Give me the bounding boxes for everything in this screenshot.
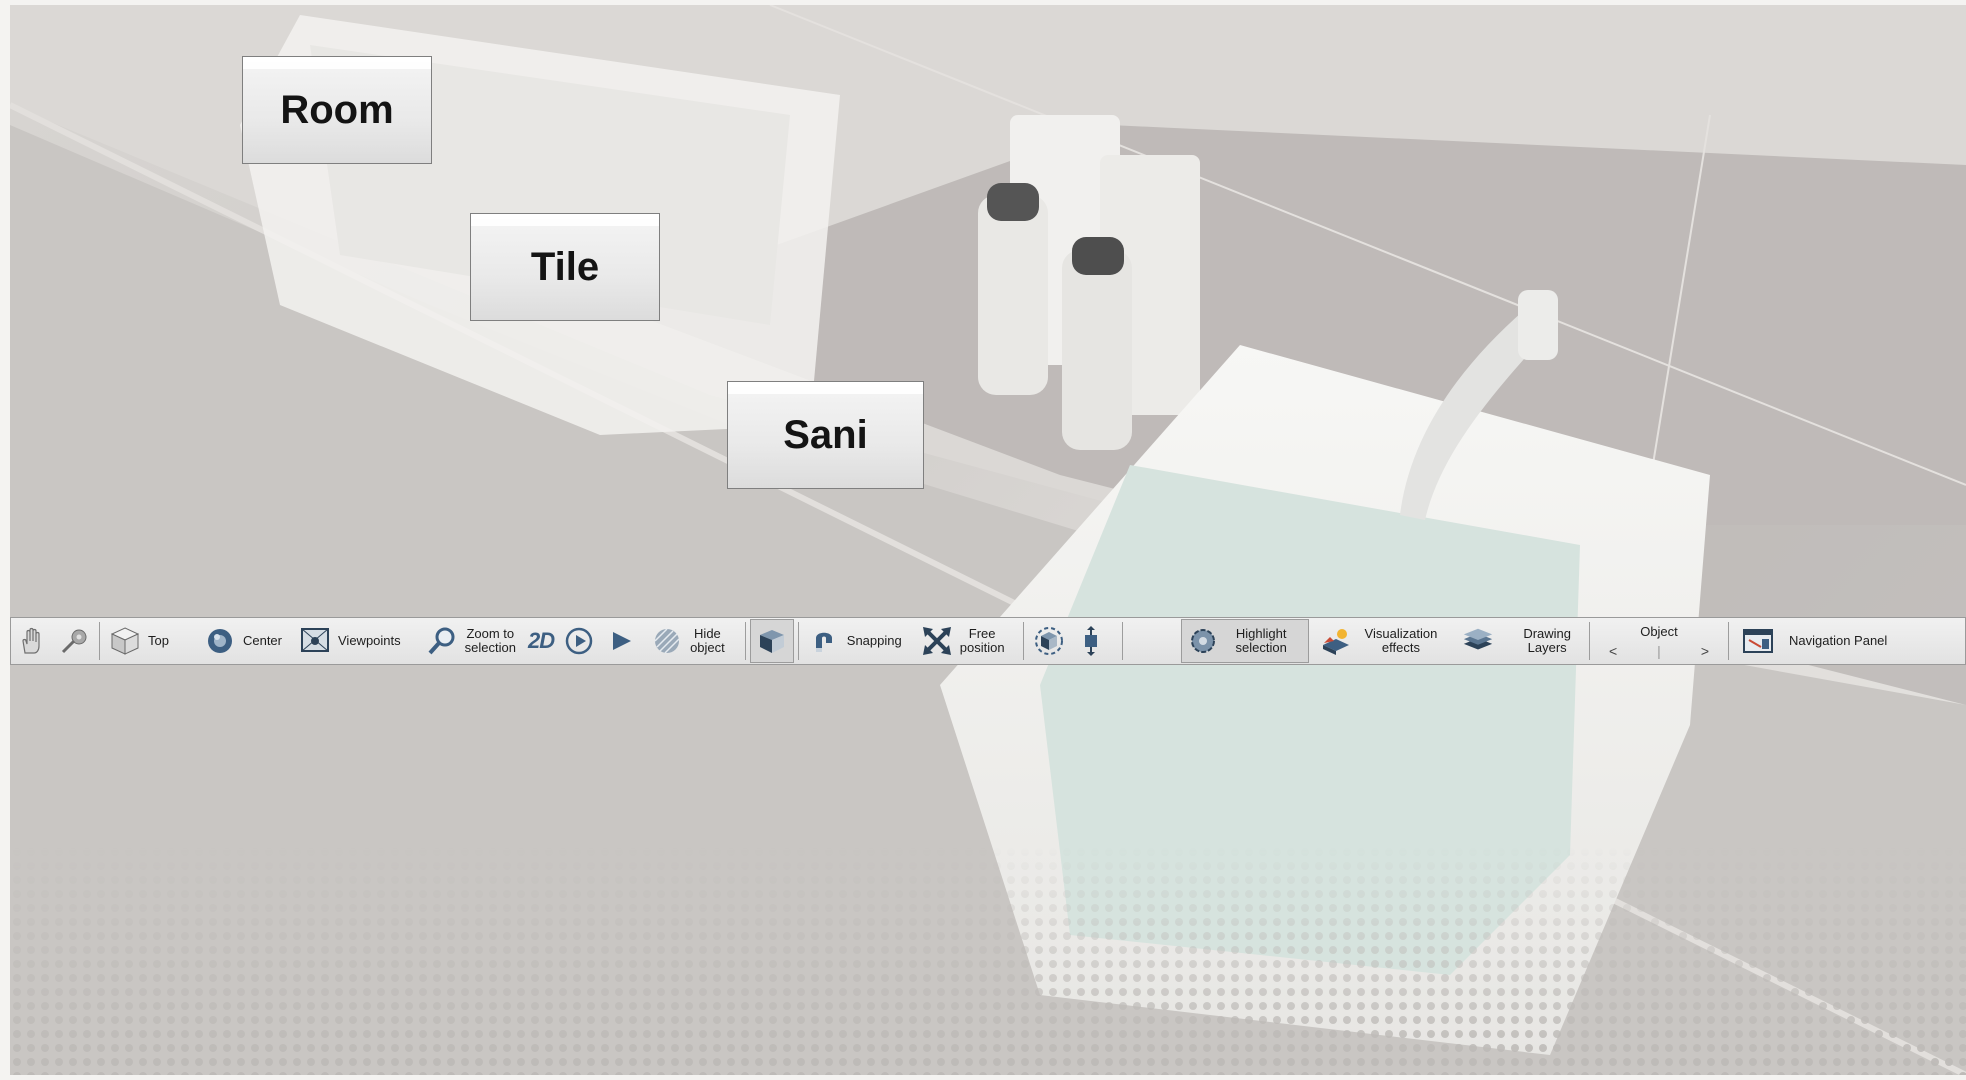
toolbar-separator	[1589, 622, 1590, 660]
bathroom-background-image	[10, 5, 1966, 1075]
free-position-button[interactable]: Free position	[916, 619, 1009, 663]
room-3d-icon	[755, 624, 789, 658]
view-3d-button[interactable]	[749, 619, 794, 663]
elevation-icon	[1074, 624, 1108, 658]
free-position-label: Free position	[960, 627, 1005, 655]
hide-object-button[interactable]: Hide object	[646, 619, 729, 663]
top-view-label: Top	[148, 633, 169, 648]
pan-tool[interactable]	[11, 619, 53, 663]
highlight-gear-icon	[1186, 624, 1220, 658]
layers-icon	[1461, 624, 1495, 658]
highlight-selection-button[interactable]: Highlight selection	[1180, 619, 1309, 663]
visualization-effects-button[interactable]: Visualization effects	[1315, 619, 1442, 663]
free-label-line1: Free	[968, 626, 996, 641]
top-view-button[interactable]: Top	[104, 619, 173, 663]
play-button[interactable]	[600, 619, 642, 663]
highlight-label-line2: selection	[1235, 640, 1287, 655]
free-label-line2: position	[959, 640, 1005, 655]
drawing-layers-button[interactable]: Drawing Layers	[1457, 619, 1575, 663]
room-button[interactable]: Room	[242, 56, 432, 164]
zoom-to-selection-button[interactable]: Zoom to selection	[421, 619, 520, 663]
object-label: Object	[1640, 623, 1678, 639]
measure-tool[interactable]	[53, 619, 95, 663]
tile-button[interactable]: Tile	[470, 213, 660, 321]
zoom-label-line1: Zoom to	[466, 626, 515, 641]
zoom-label-line2: selection	[464, 640, 516, 655]
tape-measure-icon	[57, 624, 91, 658]
toolbar-separator	[1121, 622, 1123, 660]
effects-icon	[1319, 624, 1353, 658]
viewpoints-label: Viewpoints	[338, 633, 401, 648]
center-label: Center	[242, 633, 282, 648]
snapping-label: Snapping	[846, 633, 902, 648]
elevation-button[interactable]	[1070, 619, 1112, 663]
hide-label-line2: object	[690, 640, 725, 655]
viewpoints-button[interactable]: Viewpoints	[294, 619, 405, 663]
hide-label-line1: Hide	[694, 626, 721, 641]
toolbar-separator	[1728, 622, 1729, 660]
play-circle-icon	[562, 624, 596, 658]
toolbar-separator	[797, 622, 799, 660]
rotate-cube-icon	[1032, 624, 1066, 658]
magnifier-icon	[425, 624, 459, 658]
arrows-cross-icon	[920, 624, 954, 658]
visualization-label-line2: effects	[1381, 640, 1420, 655]
center-sphere-icon	[203, 624, 237, 658]
hatched-sphere-icon	[650, 624, 684, 658]
hand-icon	[15, 624, 49, 658]
navigation-panel-button[interactable]: Navigation Panel	[1737, 619, 1891, 663]
view-2d-button[interactable]: 2D	[524, 619, 558, 663]
toolbar-separator	[744, 622, 746, 660]
toolbar-separator	[1022, 622, 1024, 660]
play-icon	[604, 624, 638, 658]
object-prev-button[interactable]: <	[1609, 643, 1617, 659]
cube-top-icon	[108, 624, 142, 658]
view-2d-label: 2D	[527, 628, 555, 653]
rotate-object-button[interactable]	[1028, 619, 1070, 663]
object-nav-divider: |	[1657, 642, 1661, 659]
view-toolbar: Top Center Viewpoints Zoom to selection 2…	[10, 617, 1966, 665]
play-loop-button[interactable]	[558, 619, 600, 663]
object-next-button[interactable]: >	[1701, 643, 1709, 659]
layers-label-line2: Layers	[1527, 640, 1567, 655]
magnet-icon	[807, 624, 841, 658]
navigation-panel-label: Navigation Panel	[1789, 633, 1888, 648]
workspace-background: Room Tile Sani Top Center Viewpoints Zoo…	[10, 5, 1966, 1075]
layers-label-line1: Drawing	[1523, 626, 1571, 641]
hide-object-label: Hide object	[690, 627, 725, 655]
snapping-button[interactable]: Snapping	[803, 619, 906, 663]
viewpoint-icon	[298, 624, 332, 658]
highlight-label: Highlight selection	[1236, 627, 1287, 655]
visualization-label-line1: Visualization	[1364, 626, 1438, 641]
sani-button[interactable]: Sani	[727, 381, 924, 489]
drawing-layers-label: Drawing Layers	[1523, 627, 1571, 655]
center-button[interactable]: Center	[199, 619, 286, 663]
toolbar-separator	[99, 622, 100, 660]
visualization-label: Visualization effects	[1365, 627, 1438, 655]
zoom-label: Zoom to selection	[465, 627, 516, 655]
navigation-panel-icon	[1741, 624, 1775, 658]
object-navigator: Object < | >	[1594, 619, 1724, 663]
highlight-label-line1: Highlight	[1235, 626, 1287, 641]
